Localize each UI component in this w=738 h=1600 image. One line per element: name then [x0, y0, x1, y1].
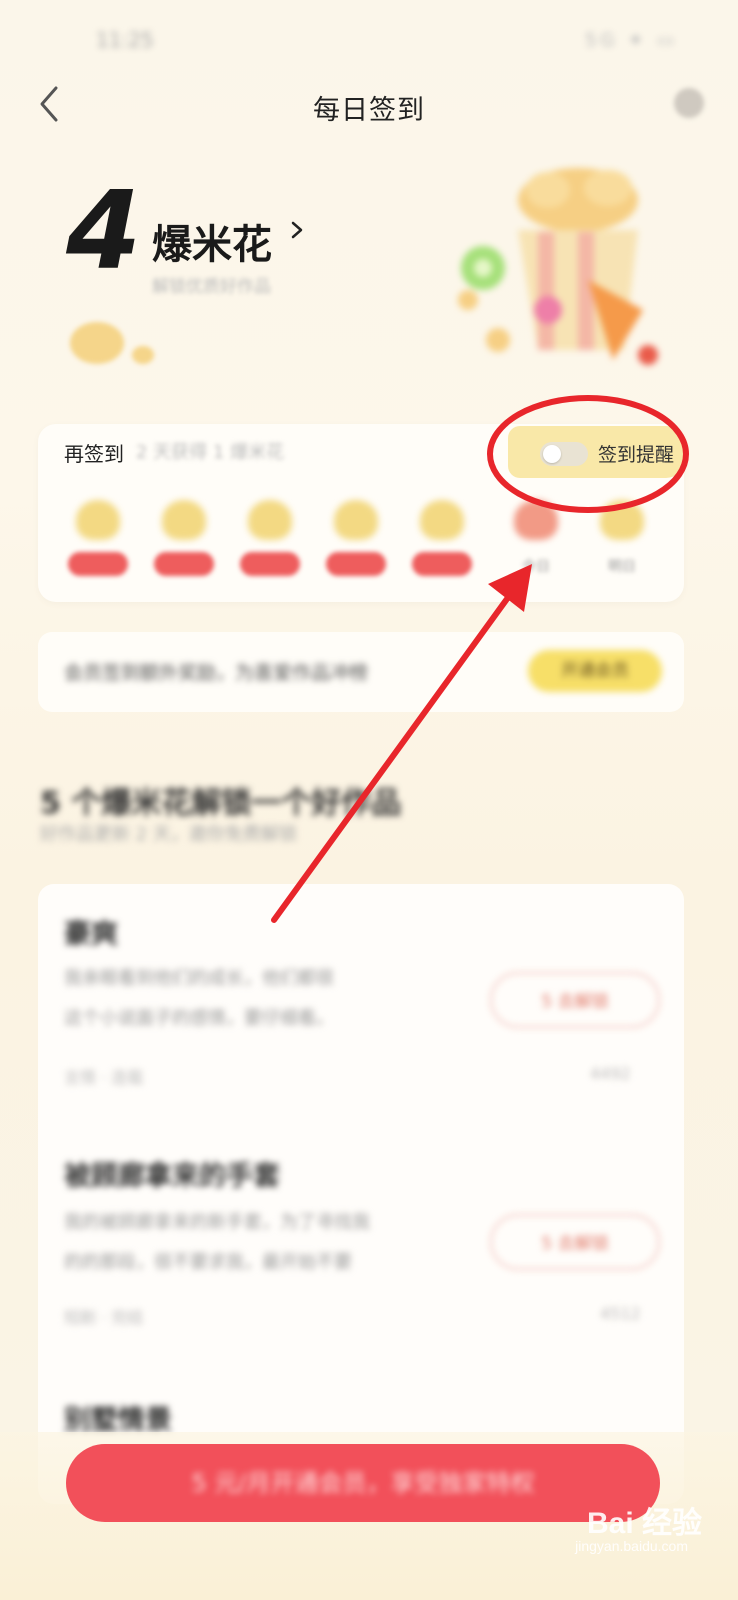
day-popcorn-icon: [334, 500, 378, 540]
checkin-again-label: 再签到: [64, 442, 124, 466]
membership-cta-button[interactable]: 5 元/月开通会员，享受独家特权: [66, 1444, 660, 1522]
book-desc: 我亲眼看到他们的成长，他们都很: [64, 968, 334, 989]
checkin-reminder-label: 签到提醒: [598, 444, 675, 466]
day-popcorn-icon: [162, 500, 206, 540]
day-gift-icon: [514, 500, 558, 540]
popcorn-subtitle: 解锁优质好作品: [152, 277, 271, 297]
checkin-again-detail: 2 天获得 1 爆米花: [136, 442, 285, 463]
book-meta: 言情 · 连载: [64, 1068, 144, 1087]
day-popcorn-icon: [76, 500, 120, 540]
status-icons: 5G ✦ ▭: [585, 30, 678, 51]
popcorn-label[interactable]: 爆米花: [152, 212, 272, 270]
cta-label: 5 元/月开通会员，享受独家特权: [191, 1469, 535, 1497]
unlock-button[interactable]: 5 去解锁: [490, 972, 660, 1028]
day-status-pill: [68, 552, 128, 576]
book-desc: 的的那段，很不要求我，最开始不要: [64, 1252, 352, 1273]
popcorn-crumb-icon: [70, 322, 124, 364]
day-status-pill: [412, 552, 472, 576]
book-title[interactable]: 豪爽: [64, 912, 118, 951]
unlock-button[interactable]: 5 去解锁: [490, 1214, 660, 1270]
section-title: 5 个爆米花解锁一个好作品: [40, 786, 402, 821]
day-popcorn-icon: [420, 500, 464, 540]
status-time: 11:25: [96, 28, 154, 52]
day-popcorn-icon: [600, 500, 644, 540]
section-subtitle: 好作品更新 2 天，邀你免费解锁: [40, 824, 297, 845]
day-status-pill: [154, 552, 214, 576]
settings-icon[interactable]: [674, 88, 704, 118]
book-comment-count: 4492: [590, 1064, 631, 1083]
popcorn-bucket-icon: [458, 168, 658, 365]
chevron-right-icon[interactable]: [290, 220, 304, 240]
watermark-logo: Bai 经验: [586, 1507, 702, 1540]
book-desc: 这个小说面子的感情，要仔细看。: [64, 1008, 334, 1029]
toggle-knob: [543, 445, 561, 463]
book-desc: 我的被顾廊拿来的新手套，为了寻找我: [64, 1212, 370, 1233]
day-popcorn-icon: [248, 500, 292, 540]
popcorn-count: 4: [66, 169, 142, 294]
day-status-pill: [240, 552, 300, 576]
promo-button[interactable]: 开通会员: [528, 650, 662, 692]
day-status-pill: [326, 552, 386, 576]
book-title[interactable]: 被顾廊拿来的手套: [64, 1154, 280, 1193]
book-comment-count: 4512: [600, 1304, 641, 1323]
promo-text: 会员签到额外奖励，为喜爱作品冲榜: [64, 662, 369, 684]
day-label: 明日: [608, 559, 636, 575]
page-title: 每日签到: [313, 95, 425, 126]
popcorn-crumb-icon: [132, 346, 154, 364]
day-label: 今日: [522, 559, 550, 575]
watermark-url: jingyan.baidu.com: [575, 1538, 688, 1554]
book-meta: 短剧 · 完结: [64, 1308, 144, 1327]
